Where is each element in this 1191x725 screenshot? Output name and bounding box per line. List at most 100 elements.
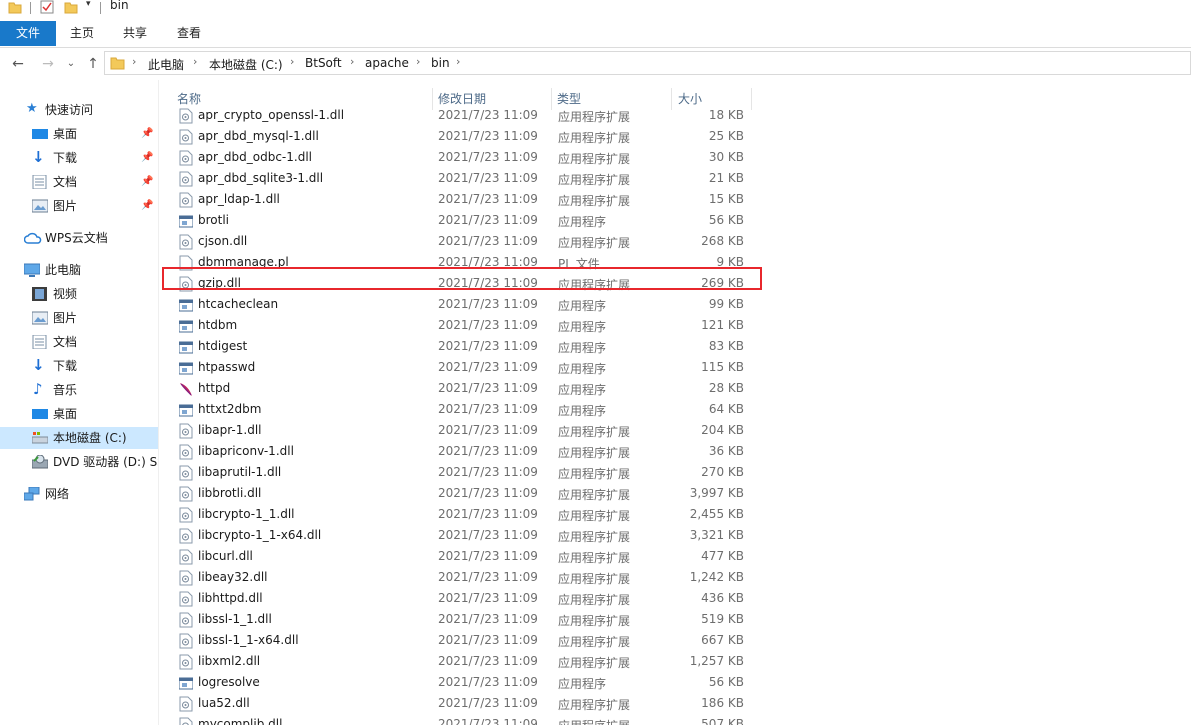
table-row[interactable]: apr_dbd_sqlite3-1.dll 2021/7/23 11:09 应用程序…: [159, 168, 759, 189]
file-date: 2021/7/23 11:09: [438, 717, 538, 725]
table-row[interactable]: htpasswd 2021/7/23 11:09 应用程序 115 KB: [159, 357, 759, 378]
table-row[interactable]: htdbm 2021/7/23 11:09 应用程序 121 KB: [159, 315, 759, 336]
picture-icon: [32, 199, 48, 213]
pin-icon[interactable]: 📌: [141, 171, 153, 193]
dll-file-icon: [179, 633, 193, 649]
file-type: 应用程序扩展: [558, 152, 631, 166]
breadcrumb-btsoft[interactable]: BtSoft: [305, 56, 342, 70]
chevron-right-icon[interactable]: ›: [132, 55, 136, 68]
table-row[interactable]: libxml2.dll 2021/7/23 11:09 应用程序扩展 1,257 KB: [159, 651, 759, 672]
file-date: 2021/7/23 11:09: [438, 213, 538, 227]
sidebar-item-wps-cloud[interactable]: WPS云文档: [0, 227, 158, 249]
sidebar-item-desktop[interactable]: 桌面 📌: [0, 123, 158, 145]
sidebar-item-pictures-pc[interactable]: 图片: [0, 307, 158, 329]
forward-arrow-icon[interactable]: →: [39, 55, 57, 73]
table-row[interactable]: cjson.dll 2021/7/23 11:09 应用程序扩展 268 KB: [159, 231, 759, 252]
table-row[interactable]: libaprutil-1.dll 2021/7/23 11:09 应用程序扩展 270…: [159, 462, 759, 483]
table-row[interactable]: apr_ldap-1.dll 2021/7/23 11:09 应用程序扩展 15 KB: [159, 189, 759, 210]
file-size: 36 KB: [708, 444, 744, 458]
dvd-icon: [32, 455, 48, 469]
table-row[interactable]: libapriconv-1.dll 2021/7/23 11:09 应用程序扩展 36…: [159, 441, 759, 462]
table-row[interactable]: libssl-1_1.dll 2021/7/23 11:09 应用程序扩展 519 K…: [159, 609, 759, 630]
chevron-down-icon[interactable]: ▾: [86, 0, 91, 9]
properties-icon[interactable]: [40, 0, 54, 14]
table-row[interactable]: libbrotli.dll 2021/7/23 11:09 应用程序扩展 3,997 …: [159, 483, 759, 504]
file-name: cjson.dll: [198, 234, 248, 248]
dll-file-icon: [179, 696, 193, 712]
up-arrow-icon[interactable]: ↑: [84, 55, 102, 73]
sidebar-item-desktop-pc[interactable]: 桌面: [0, 403, 158, 425]
sidebar-item-downloads[interactable]: ↓ 下载 📌: [0, 147, 158, 169]
file-name: apr_dbd_odbc-1.dll: [198, 150, 312, 164]
sidebar-item-local-disk-c[interactable]: 本地磁盘 (C:): [0, 427, 158, 449]
sidebar-item-videos[interactable]: 视频: [0, 283, 158, 305]
sidebar-item-quick-access[interactable]: ★ 快速访问: [0, 99, 158, 121]
dll-file-icon: [179, 423, 193, 439]
table-row[interactable]: httpd 2021/7/23 11:09 应用程序 28 KB: [159, 378, 759, 399]
tab-file[interactable]: 文件: [0, 21, 56, 46]
pin-icon[interactable]: 📌: [141, 195, 153, 217]
table-row[interactable]: libcrypto-1_1-x64.dll 2021/7/23 11:09 应用程序…: [159, 525, 759, 546]
table-row[interactable]: htdigest 2021/7/23 11:09 应用程序 83 KB: [159, 336, 759, 357]
table-row[interactable]: httxt2dbm 2021/7/23 11:09 应用程序 64 KB: [159, 399, 759, 420]
table-row[interactable]: apr_crypto_openssl-1.dll 2021/7/23 11:09 应…: [159, 105, 759, 126]
sidebar-item-downloads-pc[interactable]: ↓ 下载: [0, 355, 158, 377]
table-row[interactable]: lua52.dll 2021/7/23 11:09 应用程序扩展 186 KB: [159, 693, 759, 714]
sidebar-item-pictures[interactable]: 图片 📌: [0, 195, 158, 217]
file-type: 应用程序扩展: [558, 425, 631, 439]
divider: [30, 2, 31, 14]
table-row[interactable]: apr_dbd_mysql-1.dll 2021/7/23 11:09 应用程序扩展…: [159, 126, 759, 147]
breadcrumb-this-pc[interactable]: 此电脑: [148, 56, 184, 73]
table-row[interactable]: libapr-1.dll 2021/7/23 11:09 应用程序扩展 204 KB: [159, 420, 759, 441]
file-type: 应用程序扩展: [558, 656, 631, 670]
table-row[interactable]: libcurl.dll 2021/7/23 11:09 应用程序扩展 477 KB: [159, 546, 759, 567]
recent-locations-chevron-icon[interactable]: ⌄: [62, 55, 80, 73]
file-size: 56 KB: [708, 675, 744, 689]
pin-icon[interactable]: 📌: [141, 123, 153, 145]
dll-file-icon: [179, 108, 193, 124]
address-bar[interactable]: › 此电脑 › 本地磁盘 (C:) › BtSoft › apache › bi…: [104, 51, 1191, 75]
tab-share[interactable]: 共享: [108, 21, 162, 46]
file-type: 应用程序: [558, 404, 607, 418]
pin-icon[interactable]: 📌: [141, 147, 153, 169]
table-row[interactable]: apr_dbd_odbc-1.dll 2021/7/23 11:09 应用程序扩展 3…: [159, 147, 759, 168]
table-row[interactable]: libssl-1_1-x64.dll 2021/7/23 11:09 应用程序扩展 6…: [159, 630, 759, 651]
dll-file-icon: [179, 129, 193, 145]
file-name: libssl-1_1-x64.dll: [198, 633, 299, 647]
new-folder-icon[interactable]: [64, 0, 78, 14]
folder-icon[interactable]: [8, 0, 22, 14]
sidebar-item-documents[interactable]: 文档 📌: [0, 171, 158, 193]
chevron-right-icon[interactable]: ›: [290, 55, 294, 68]
table-row[interactable]: brotli 2021/7/23 11:09 应用程序 56 KB: [159, 210, 759, 231]
file-type: 应用程序扩展: [558, 635, 631, 649]
sidebar-item-label: 文档: [53, 335, 78, 349]
chevron-right-icon[interactable]: ›: [193, 55, 197, 68]
table-row[interactable]: mycomplib.dll 2021/7/23 11:09 应用程序扩展 507 KB: [159, 714, 759, 725]
file-size: 28 KB: [708, 381, 744, 395]
file-date: 2021/7/23 11:09: [438, 108, 538, 122]
chevron-right-icon[interactable]: ›: [456, 55, 460, 68]
breadcrumb-apache[interactable]: apache: [365, 56, 409, 70]
table-row[interactable]: libeay32.dll 2021/7/23 11:09 应用程序扩展 1,242 K…: [159, 567, 759, 588]
back-arrow-icon[interactable]: ←: [9, 55, 27, 73]
tab-view[interactable]: 查看: [162, 21, 216, 46]
sidebar-item-this-pc[interactable]: 此电脑: [0, 259, 158, 281]
table-row[interactable]: libhttpd.dll 2021/7/23 11:09 应用程序扩展 436 KB: [159, 588, 759, 609]
chevron-right-icon[interactable]: ›: [416, 55, 420, 68]
tab-home[interactable]: 主页: [56, 21, 108, 46]
sidebar-item-documents-pc[interactable]: 文档: [0, 331, 158, 353]
highlight-box: [162, 267, 762, 290]
music-icon: ♪: [33, 380, 43, 398]
sidebar-item-network[interactable]: 网络: [0, 483, 158, 505]
table-row[interactable]: htcacheclean 2021/7/23 11:09 应用程序 99 KB: [159, 294, 759, 315]
breadcrumb-local-disk[interactable]: 本地磁盘 (C:): [209, 56, 283, 73]
table-row[interactable]: libcrypto-1_1.dll 2021/7/23 11:09 应用程序扩展 2,…: [159, 504, 759, 525]
sidebar-item-dvd-drive[interactable]: DVD 驱动器 (D:) SS: [0, 451, 158, 473]
sidebar-item-music[interactable]: ♪ 音乐: [0, 379, 158, 401]
chevron-right-icon[interactable]: ›: [350, 55, 354, 68]
file-size: 25 KB: [708, 129, 744, 143]
file-type: 应用程序扩展: [558, 717, 630, 725]
breadcrumb-bin[interactable]: bin: [431, 56, 450, 70]
table-row[interactable]: logresolve 2021/7/23 11:09 应用程序 56 KB: [159, 672, 759, 693]
dll-file-icon: [179, 591, 193, 607]
